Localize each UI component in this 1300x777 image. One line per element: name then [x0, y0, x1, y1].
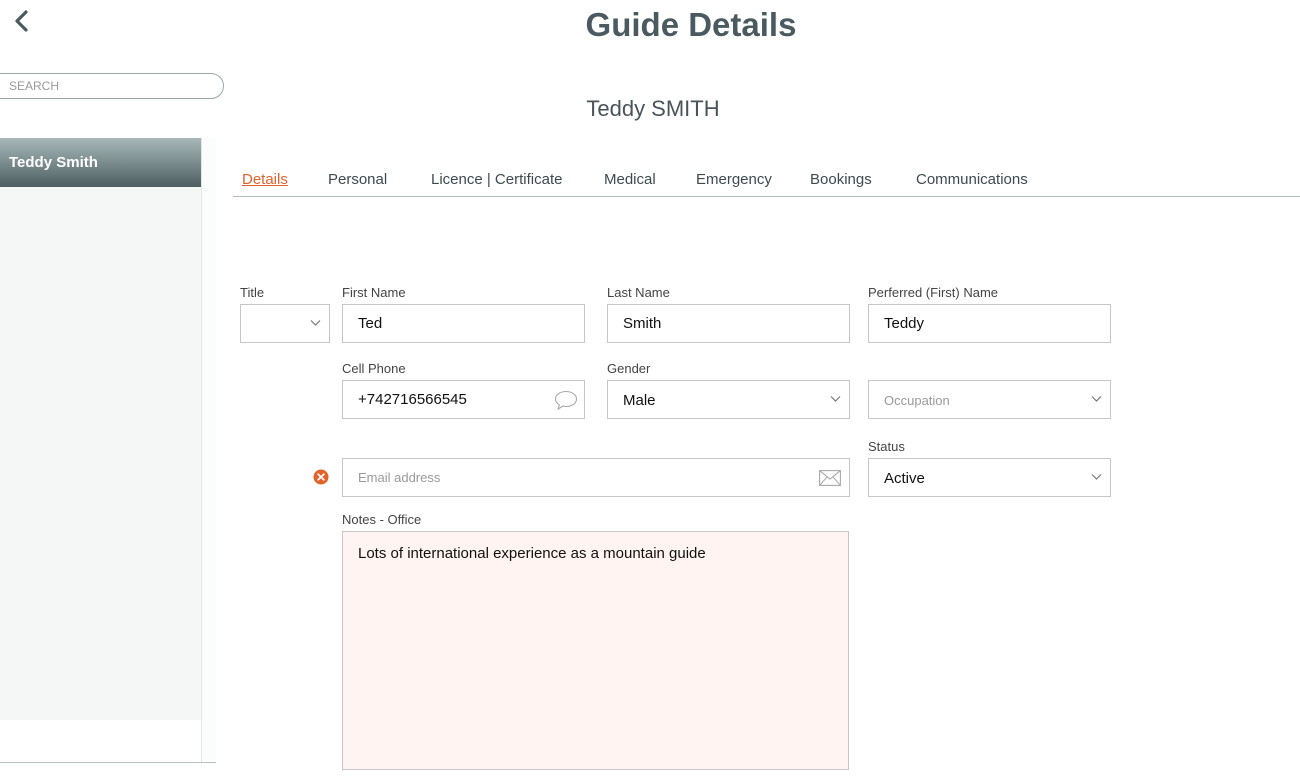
email-field[interactable] [342, 458, 850, 497]
title-select[interactable] [240, 304, 330, 343]
sidebar: Teddy Smith [0, 138, 216, 762]
occupation-select[interactable]: Occupation [868, 380, 1111, 419]
chevron-down-icon [1091, 474, 1102, 480]
preferred-name-field[interactable] [868, 304, 1111, 343]
preferred-name-label: Perferred (First) Name [868, 285, 999, 300]
first-name-label: First Name [342, 285, 406, 300]
chevron-down-icon [830, 396, 841, 402]
page-title: Guide Details [585, 6, 797, 43]
tab-licence-certificate[interactable]: Licence | Certificate [431, 171, 562, 188]
tab-personal[interactable]: Personal [328, 171, 387, 188]
status-label: Status [868, 439, 905, 454]
envelope-icon[interactable] [819, 470, 841, 486]
tab-communications[interactable]: Communications [916, 171, 1028, 188]
sidebar-item-teddy-smith[interactable]: Teddy Smith [0, 138, 201, 187]
sidebar-scrollbar[interactable] [201, 138, 216, 762]
tab-bookings[interactable]: Bookings [810, 171, 872, 188]
gender-select-value: Male [623, 392, 656, 409]
tab-medical[interactable]: Medical [604, 171, 656, 188]
tab-details[interactable]: Details [242, 171, 288, 188]
chevron-down-icon [1091, 396, 1102, 402]
error-circle-icon [313, 469, 329, 485]
status-select-value: Active [884, 470, 925, 487]
last-name-label: Last Name [607, 285, 670, 300]
cell-phone-field[interactable] [342, 380, 585, 419]
search-input[interactable] [0, 73, 224, 99]
occupation-placeholder: Occupation [884, 393, 950, 408]
first-name-field[interactable] [342, 304, 585, 343]
tab-emergency[interactable]: Emergency [696, 171, 772, 188]
chevron-down-icon [310, 320, 321, 326]
cell-phone-label: Cell Phone [342, 361, 406, 376]
notes-office-label: Notes - Office [342, 512, 422, 527]
gender-label: Gender [607, 361, 651, 376]
title-label: Title [240, 285, 265, 300]
status-select[interactable]: Active [868, 458, 1111, 497]
last-name-field[interactable] [607, 304, 850, 343]
guide-name: Teddy SMITH [586, 96, 720, 121]
tab-bar: Details Personal Licence | Certificate M… [233, 168, 1300, 197]
notes-office-textarea[interactable]: Lots of international experience as a mo… [342, 531, 849, 770]
gender-select[interactable]: Male [607, 380, 850, 419]
speech-bubble-icon[interactable] [554, 390, 578, 411]
sidebar-list: Teddy Smith [0, 138, 201, 720]
sidebar-divider [0, 762, 216, 763]
